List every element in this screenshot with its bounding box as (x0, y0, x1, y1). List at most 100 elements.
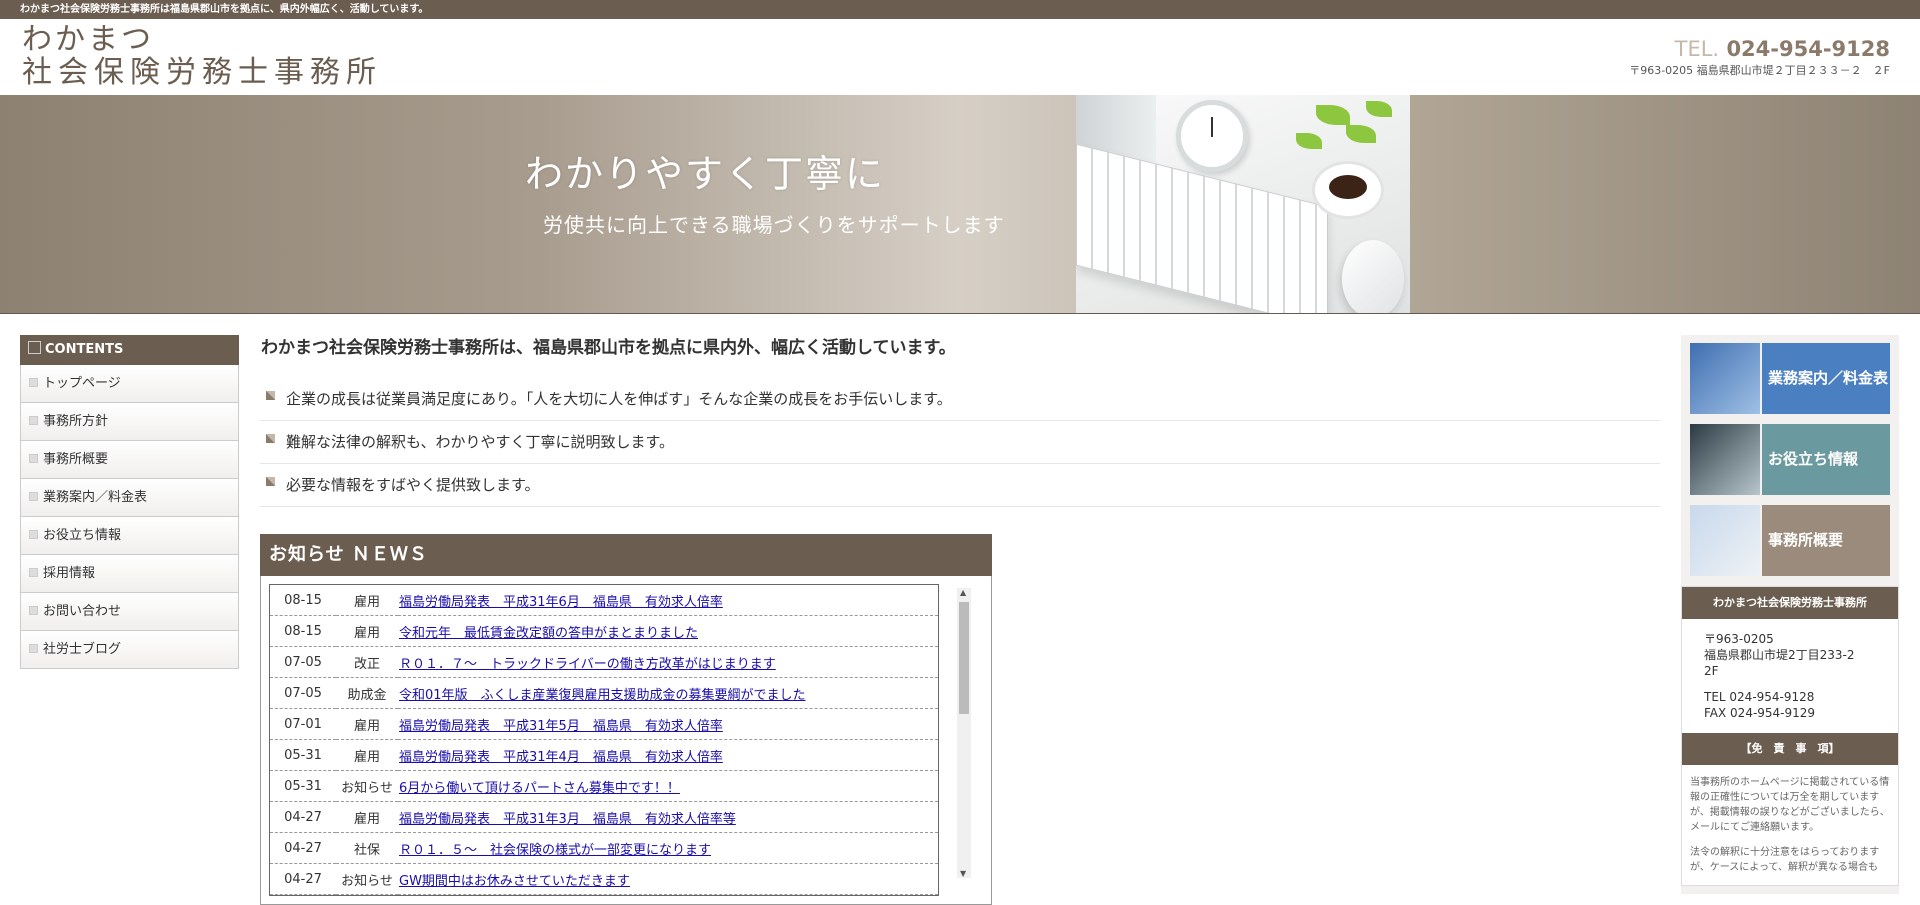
office-title: わかまつ社会保険労務士事務所 (1682, 587, 1898, 619)
news-date: 04-27 (270, 801, 336, 833)
hero-banner: わかりやすく丁寧に 労使共に向上できる職場づくりをサポートします (0, 95, 1920, 314)
news-link-cell: 令和元年 最低賃金改定額の答申がまとまりました (398, 615, 938, 647)
scroll-up-icon[interactable]: ▲ (960, 588, 966, 597)
nav-item-top[interactable]: トップページ (20, 365, 239, 403)
banner-label: 業務案内／料金表 (1762, 343, 1890, 414)
news-category: 雇用 (336, 739, 398, 771)
scrollbar-thumb[interactable] (959, 602, 969, 714)
bullet-icon (266, 391, 275, 400)
coffee-cup-illustration (1312, 161, 1384, 219)
nav-item-label: 業務案内／料金表 (43, 490, 148, 505)
news-date: 07-05 (270, 677, 336, 709)
news-link-cell: 福島労働局発表 平成31年5月 福島県 有効求人倍率 (398, 708, 938, 740)
nav-item-label: 事務所方針 (43, 414, 109, 429)
bullet-icon (266, 434, 275, 443)
news-table: 08-15 雇用 福島労働局発表 平成31年6月 福島県 有効求人倍率 08-15 雇用… (270, 585, 938, 895)
leaf-shape (1296, 133, 1322, 149)
news-category: 助成金 (336, 677, 398, 709)
news-category: 雇用 (336, 708, 398, 740)
news-link[interactable]: 令和01年版 ふくしま産業復興雇用支援助成金の募集要綱がでました (399, 688, 806, 703)
nav-item-label: 事務所概要 (43, 452, 109, 467)
header-address: 〒963-0205 福島県郡山市堤２丁目２３３－２ ２F (1629, 64, 1890, 77)
banner-services[interactable]: 業務案内／料金表 (1690, 343, 1890, 414)
contents-icon (28, 341, 41, 354)
nav-item-label: お問い合わせ (43, 604, 122, 619)
news-category: お知らせ (336, 770, 398, 802)
nav-item-recruit[interactable]: 採用情報 (20, 555, 239, 593)
nav-item-label: 採用情報 (43, 566, 96, 581)
leaf-shape (1316, 105, 1350, 125)
news-link[interactable]: Ｒ０１．７～ トラックドライバーの働き方改革がはじまります (399, 657, 776, 672)
phone-value: 024-954-9128 (1726, 37, 1890, 61)
news-link-cell: 福島労働局発表 平成31年3月 福島県 有効求人倍率等 (398, 801, 938, 833)
feature-text: 難解な法律の解釈も、わかりやすく丁寧に説明致します。 (286, 433, 675, 451)
person-icon (1690, 505, 1760, 576)
news-category: 雇用 (336, 585, 398, 616)
news-link-cell: 6月から働いて頂けるパートさん募集中です！！ (398, 770, 938, 802)
news-link[interactable]: Ｒ０１．５～ 社会保険の様式が一部変更になります (399, 843, 711, 858)
main-content: わかまつ社会保険労務士事務所は、福島県郡山市を拠点に県内外、幅広く活動しています… (260, 333, 1660, 507)
mouse-illustration (1342, 240, 1404, 313)
news-category: 雇用 (336, 615, 398, 647)
bullet-icon (266, 477, 275, 486)
nav-item-policy[interactable]: 事務所方針 (20, 403, 239, 441)
clock-illustration (1176, 100, 1248, 172)
news-scrollbar[interactable]: ▲ ▼ (957, 588, 971, 878)
news-link[interactable]: 福島労働局発表 平成31年5月 福島県 有効求人倍率 (399, 719, 723, 734)
bullet-icon (29, 492, 38, 501)
left-nav: CONTENTS トップページ 事務所方針 事務所概要 業務案内／料金表 お役立… (20, 335, 239, 669)
news-link[interactable]: 福島労働局発表 平成31年6月 福島県 有効求人倍率 (399, 595, 723, 610)
news-date: 05-31 (270, 739, 336, 771)
intro-heading: わかまつ社会保険労務士事務所は、福島県郡山市を拠点に県内外、幅広く活動しています… (261, 338, 956, 358)
office-tel: TEL 024-954-9128 (1704, 690, 1815, 704)
nav-item-contact[interactable]: お問い合わせ (20, 593, 239, 631)
site-header: わかまつ 社会保険労務士事務所 TEL. 024-954-9128 〒963-0… (0, 19, 1920, 95)
bullet-icon (29, 530, 38, 539)
nav-item-about[interactable]: 事務所概要 (20, 441, 239, 479)
news-scroll-area[interactable]: 08-15 雇用 福島労働局発表 平成31年6月 福島県 有効求人倍率 08-15 雇用… (260, 576, 992, 905)
disclaimer-title: 【免 責 事 項】 (1682, 733, 1898, 765)
news-link-cell: GW期間中はお休みさせていただきます (398, 863, 938, 895)
news-row: 07-05 助成金 令和01年版 ふくしま産業復興雇用支援助成金の募集要綱がでました (270, 677, 938, 709)
disclaimer-paragraph: 当事務所のホームページに掲載されている情報の正確性については万全を期していますが… (1690, 777, 1890, 833)
news-row: 08-15 雇用 令和元年 最低賃金改定額の答申がまとまりました (270, 615, 938, 647)
news-category: 改正 (336, 646, 398, 678)
bullet-icon (29, 378, 38, 387)
top-tagline-bar: わかまつ社会保険労務士事務所は福島県郡山市を拠点に、県内外幅広く、活動しています… (0, 0, 1920, 19)
news-link-cell: 令和01年版 ふくしま産業復興雇用支援助成金の募集要綱がでました (398, 677, 938, 709)
feature-point: 必要な情報をすばやく提供致します。 (260, 464, 1660, 507)
feature-text: 必要な情報をすばやく提供致します。 (286, 476, 540, 494)
news-date: 08-15 (270, 585, 336, 616)
phone-prefix: TEL. (1674, 37, 1720, 61)
contact-info: TEL. 024-954-9128 〒963-0205 福島県郡山市堤２丁目２３… (1629, 37, 1890, 78)
news-category: 雇用 (336, 801, 398, 833)
news-link[interactable]: 令和元年 最低賃金改定額の答申がまとまりました (399, 626, 698, 641)
nav-item-info[interactable]: お役立ち情報 (20, 517, 239, 555)
bullet-icon (29, 644, 38, 653)
news-category: お知らせ (336, 863, 398, 895)
nav-item-blog[interactable]: 社労士ブログ (20, 631, 239, 669)
news-link-cell: 福島労働局発表 平成31年4月 福島県 有効求人倍率 (398, 739, 938, 771)
site-logo[interactable]: わかまつ 社会保険労務士事務所 (22, 23, 382, 89)
bullet-icon (29, 606, 38, 615)
news-link[interactable]: 6月から働いて頂けるパートさん募集中です！！ (399, 781, 680, 796)
news-date: 04-27 (270, 832, 336, 864)
news-row: 04-27 社保 Ｒ０１．５～ 社会保険の様式が一部変更になります (270, 832, 938, 864)
news-link[interactable]: 福島労働局発表 平成31年3月 福島県 有効求人倍率等 (399, 812, 736, 827)
news-link-cell: 福島労働局発表 平成31年6月 福島県 有効求人倍率 (398, 585, 938, 616)
news-date: 05-31 (270, 770, 336, 802)
news-row: 07-05 改正 Ｒ０１．７～ トラックドライバーの働き方改革がはじまります (270, 646, 938, 678)
news-row: 08-15 雇用 福島労働局発表 平成31年6月 福島県 有効求人倍率 (270, 585, 938, 616)
office-details: 〒963-0205 福島県郡山市堤2丁目233-2 2F TEL 024-954… (1682, 619, 1898, 733)
banner-info[interactable]: お役立ち情報 (1690, 424, 1890, 495)
calculator-icon (1690, 343, 1760, 414)
news-link[interactable]: GW期間中はお休みさせていただきます (399, 874, 630, 889)
office-address-line2: 2F (1704, 664, 1719, 678)
phone-number: TEL. 024-954-9128 (1629, 37, 1890, 61)
news-link[interactable]: 福島労働局発表 平成31年4月 福島県 有効求人倍率 (399, 750, 723, 765)
scroll-down-icon[interactable]: ▼ (960, 869, 966, 878)
nav-item-services[interactable]: 業務案内／料金表 (20, 479, 239, 517)
nav-header: CONTENTS (20, 335, 239, 365)
banner-label: お役立ち情報 (1762, 424, 1890, 495)
banner-about[interactable]: 事務所概要 (1690, 505, 1890, 576)
